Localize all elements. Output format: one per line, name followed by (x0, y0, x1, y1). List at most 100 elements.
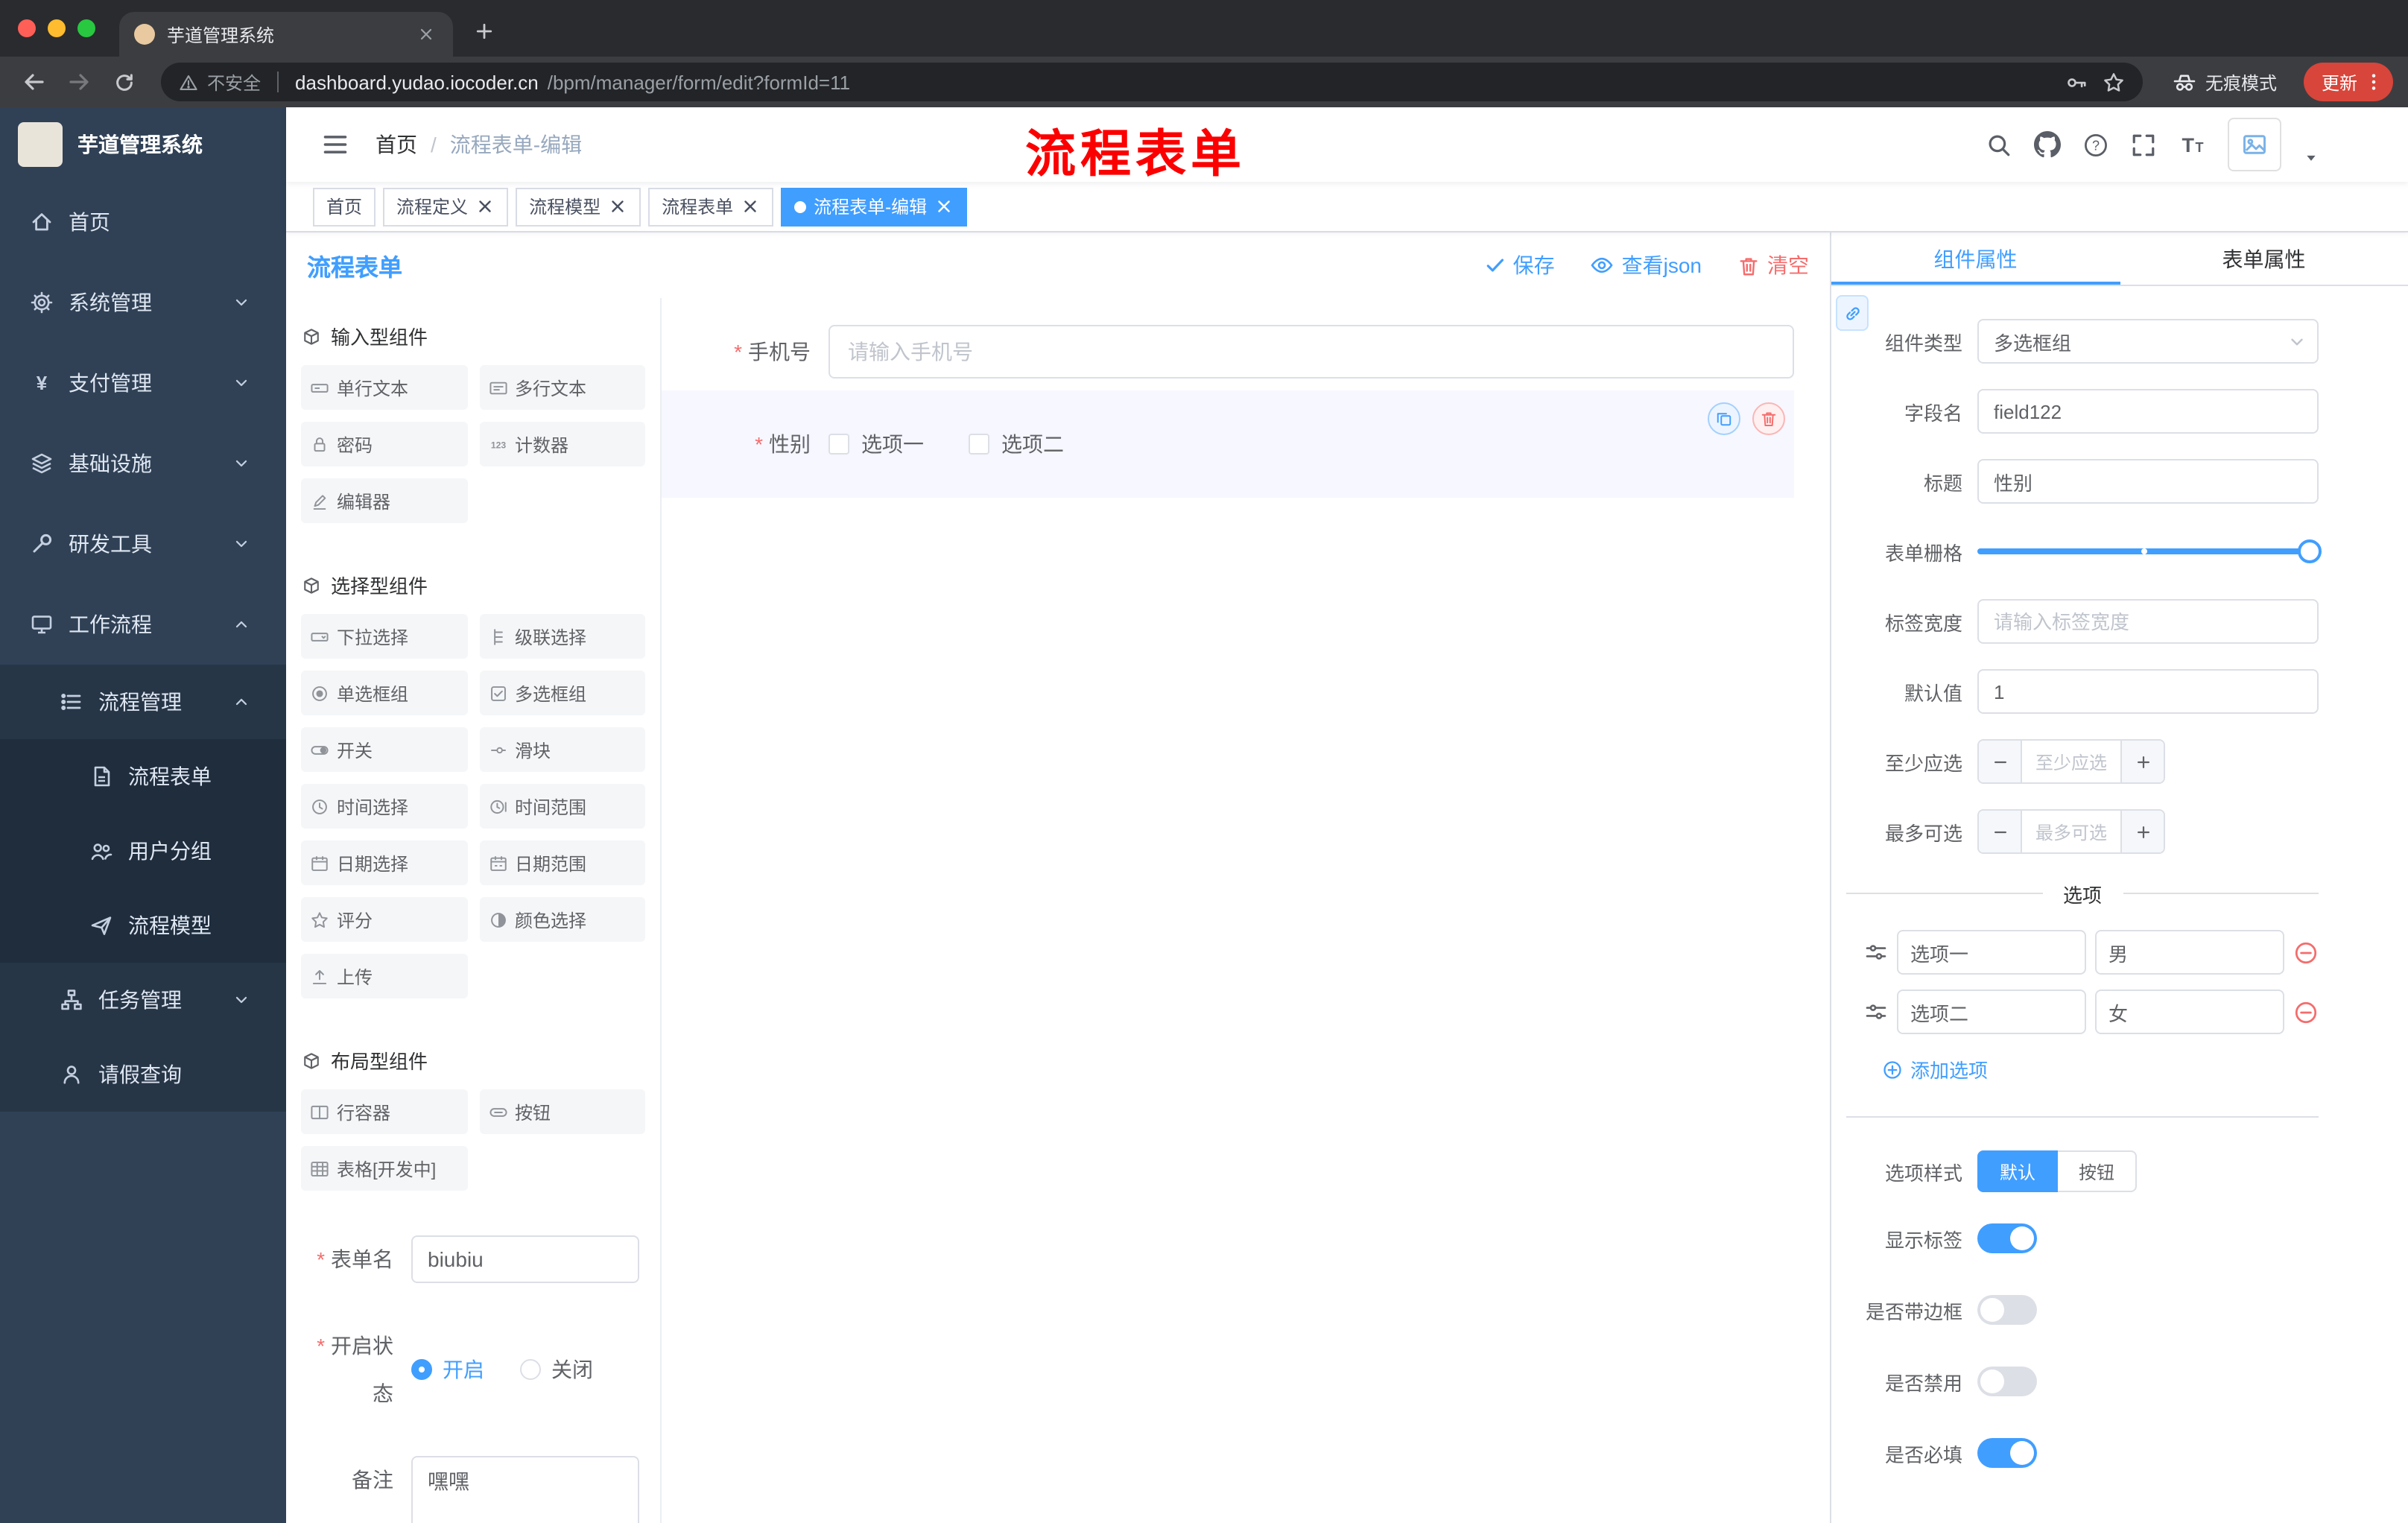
component-upload[interactable]: 上传 (301, 954, 467, 998)
widget-phone[interactable]: 手机号 (662, 325, 1794, 379)
component-type-select[interactable]: 多选框组 (1977, 319, 2319, 364)
component-multi-line-text[interactable]: 多行文本 (479, 365, 645, 410)
tag-home[interactable]: 首页 (313, 187, 376, 226)
component-cascader[interactable]: 级联选择 (479, 614, 645, 659)
link-button[interactable] (1836, 295, 1869, 331)
browser-update-button[interactable]: 更新 (2303, 63, 2393, 101)
disabled-toggle[interactable] (1977, 1367, 2037, 1396)
component-single-line-text[interactable]: 单行文本 (301, 365, 467, 410)
max-select-value[interactable]: 最多可选 (2021, 811, 2122, 852)
sidebar-item-system[interactable]: 系统管理 (0, 262, 286, 343)
component-row-container[interactable]: 行容器 (301, 1089, 467, 1134)
minimize-window-button[interactable] (48, 19, 66, 37)
bookmark-star-icon[interactable] (2103, 71, 2125, 93)
sidebar-item-process-form[interactable]: 流程表单 (0, 739, 286, 814)
component-rate[interactable]: 评分 (301, 897, 467, 942)
option-1-label-input[interactable] (1897, 930, 2086, 975)
component-button[interactable]: 按钮 (479, 1089, 645, 1134)
component-radio-group[interactable]: 单选框组 (301, 671, 467, 715)
reload-button[interactable] (104, 63, 143, 101)
github-icon[interactable] (2034, 131, 2061, 158)
breadcrumb-home[interactable]: 首页 (376, 130, 417, 159)
add-option-button[interactable]: 添加选项 (1882, 1055, 2319, 1083)
close-window-button[interactable] (18, 19, 36, 37)
increase-button[interactable] (2122, 811, 2164, 852)
option-1-value-input[interactable] (2095, 930, 2284, 975)
title-input[interactable] (1977, 459, 2319, 504)
sidebar-item-process-management[interactable]: 流程管理 (0, 665, 286, 739)
view-json-button[interactable]: 查看json (1591, 250, 1702, 280)
sidebar-item-process-model[interactable]: 流程模型 (0, 888, 286, 963)
tab-component-props[interactable]: 组件属性 (1831, 232, 2120, 285)
component-color-picker[interactable]: 颜色选择 (479, 897, 645, 942)
sidebar-item-leave-query[interactable]: 请假查询 (0, 1037, 286, 1112)
phone-input[interactable] (828, 325, 1794, 379)
increase-button[interactable] (2122, 741, 2164, 782)
component-dropdown[interactable]: 下拉选择 (301, 614, 467, 659)
component-slider[interactable]: 滑块 (479, 727, 645, 772)
label-width-input[interactable] (1977, 599, 2319, 644)
password-key-icon[interactable] (2065, 71, 2088, 93)
tab-form-props[interactable]: 表单属性 (2120, 232, 2408, 285)
sidebar-item-devtools[interactable]: 研发工具 (0, 504, 286, 584)
component-table[interactable]: 表格[开发中] (301, 1146, 467, 1191)
save-button[interactable]: 保存 (1485, 250, 1555, 280)
avatar-caret-icon[interactable] (2304, 151, 2319, 165)
tag-close-icon[interactable] (741, 197, 760, 216)
browser-menu-dots-icon[interactable] (2363, 72, 2384, 92)
sidebar-collapse-button[interactable] (322, 131, 349, 158)
fullscreen-icon[interactable] (2131, 132, 2156, 157)
tag-close-icon[interactable] (475, 197, 495, 216)
status-on-radio[interactable]: 开启 (411, 1355, 484, 1384)
component-switch[interactable]: 开关 (301, 727, 467, 772)
style-default-button[interactable]: 默认 (1977, 1150, 2059, 1192)
component-time-range[interactable]: 时间范围 (479, 784, 645, 829)
sidebar-item-infrastructure[interactable]: 基础设施 (0, 423, 286, 504)
zoom-window-button[interactable] (77, 19, 95, 37)
component-password[interactable]: 密码 (301, 422, 467, 466)
tag-close-icon[interactable] (934, 197, 954, 216)
forward-button[interactable] (60, 63, 98, 101)
remove-option-button[interactable] (2293, 940, 2319, 965)
widget-gender-selected[interactable]: 性别 选项一 选项二 (662, 390, 1794, 498)
field-name-input[interactable] (1977, 389, 2319, 434)
gender-option-2[interactable]: 选项二 (969, 429, 1064, 459)
option-2-label-input[interactable] (1897, 990, 2086, 1034)
address-bar[interactable]: 不安全 dashboard.yudao.iocoder.cn /bpm/mana… (161, 63, 2143, 101)
decrease-button[interactable] (1979, 741, 2021, 782)
remove-option-button[interactable] (2293, 999, 2319, 1025)
form-name-input[interactable] (411, 1235, 639, 1283)
component-date-range[interactable]: 日期范围 (479, 840, 645, 885)
tag-process-form[interactable]: 流程表单 (648, 187, 774, 226)
sidebar-item-home[interactable]: 首页 (0, 182, 286, 262)
show-label-toggle[interactable] (1977, 1223, 2037, 1253)
avatar[interactable] (2228, 118, 2281, 171)
decrease-button[interactable] (1979, 811, 2021, 852)
min-select-value[interactable]: 至少应选 (2021, 741, 2122, 782)
new-tab-button[interactable] (465, 12, 504, 51)
drag-handle-icon[interactable] (1864, 940, 1888, 964)
tag-process-definition[interactable]: 流程定义 (383, 187, 509, 226)
component-counter[interactable]: 计数器 (479, 422, 645, 466)
tag-close-icon[interactable] (608, 197, 627, 216)
checkbox[interactable] (828, 434, 849, 455)
font-size-icon[interactable] (2179, 131, 2205, 158)
style-button-button[interactable]: 按钮 (2058, 1150, 2138, 1192)
required-toggle[interactable] (1977, 1438, 2037, 1468)
checkbox[interactable] (969, 434, 989, 455)
border-toggle[interactable] (1977, 1295, 2037, 1325)
grid-slider[interactable] (1977, 529, 2322, 574)
default-value-input[interactable] (1977, 669, 2319, 714)
help-icon[interactable] (2083, 132, 2108, 157)
option-2-value-input[interactable] (2095, 990, 2284, 1034)
browser-tab[interactable]: 芋道管理系统 (119, 12, 453, 57)
form-remark-textarea[interactable]: 嘿嘿 (411, 1456, 639, 1523)
component-date-picker[interactable]: 日期选择 (301, 840, 467, 885)
tab-close-button[interactable] (414, 22, 438, 46)
sidebar-item-user-groups[interactable]: 用户分组 (0, 814, 286, 888)
status-off-radio[interactable]: 关闭 (520, 1355, 593, 1384)
tag-process-model[interactable]: 流程模型 (516, 187, 641, 226)
search-icon[interactable] (1986, 132, 2012, 157)
clear-button[interactable]: 清空 (1737, 250, 1809, 280)
sidebar-item-task-management[interactable]: 任务管理 (0, 963, 286, 1037)
